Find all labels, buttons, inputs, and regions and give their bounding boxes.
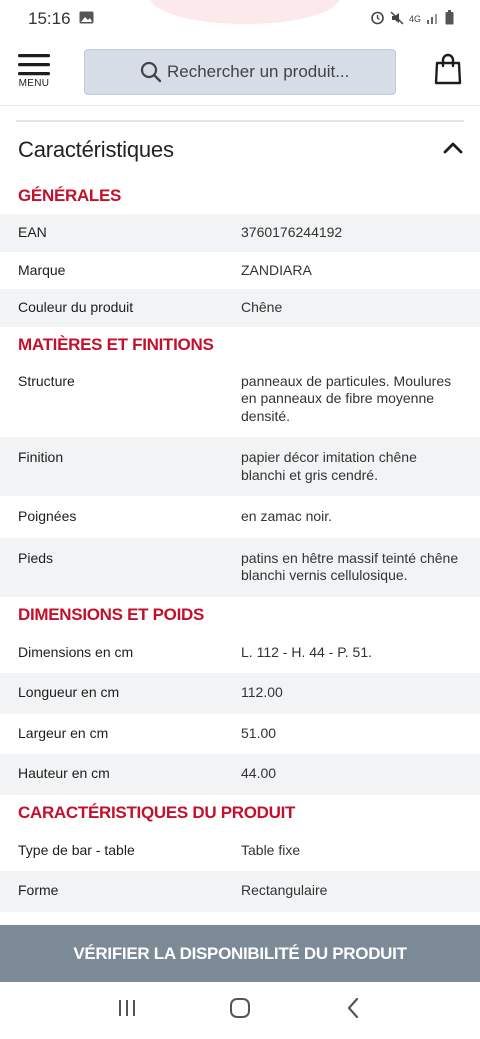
spec-value: Rectangulaire xyxy=(241,882,328,898)
status-time: 15:16 xyxy=(28,9,71,28)
cart-button[interactable] xyxy=(430,52,466,92)
system-nav-bar xyxy=(0,982,480,1039)
spec-row: EAN 3760176244192 xyxy=(0,214,480,252)
spec-row: Structure panneaux de particules. Moulure… xyxy=(0,363,480,438)
recent-apps-icon xyxy=(117,999,137,1022)
spec-key: Marque xyxy=(18,261,66,278)
group-matieres-finitions: MATIÈRES ET FINITIONS Structure panneaux … xyxy=(0,327,480,597)
alarm-icon xyxy=(370,10,385,28)
spec-row: Largeur en cm 51.00 xyxy=(0,714,480,755)
search-icon xyxy=(140,61,162,88)
group-generales: GÉNÉRALES EAN 3760176244192 Marque ZANDIAR… xyxy=(0,178,480,327)
battery-icon xyxy=(445,10,454,28)
spec-key: Finition xyxy=(18,449,64,465)
spec-value: papier décor imitation chêne blanchi et … xyxy=(241,449,417,483)
spec-row: Hauteur en cm 44.00 xyxy=(0,754,480,795)
spec-value: panneaux de particules. Moulures en pann… xyxy=(241,372,452,424)
shopping-bag-icon xyxy=(434,53,462,90)
back-button[interactable] xyxy=(333,991,373,1031)
mute-icon xyxy=(390,10,404,28)
chevron-up-icon xyxy=(442,137,464,164)
spec-row: Type de bar - table Table fixe xyxy=(0,831,480,872)
spec-key: Largeur en cm xyxy=(18,724,109,741)
spec-row: Marque ZANDIARA xyxy=(0,252,480,290)
spec-key: Structure xyxy=(18,372,75,389)
menu-button[interactable]: MENU xyxy=(16,54,52,89)
spec-key: Dimensions en cm xyxy=(18,643,134,660)
spec-value: Table fixe xyxy=(241,841,301,858)
home-button[interactable] xyxy=(220,991,260,1031)
search-input[interactable] xyxy=(139,61,395,82)
spec-key: Forme xyxy=(18,882,59,898)
spec-row: Finition papier décor imitation chêne bla… xyxy=(0,437,480,496)
group-dimensions-poids: DIMENSIONS ET POIDS Dimensions en cm L. 1… xyxy=(0,597,480,795)
hamburger-icon xyxy=(18,54,50,76)
spec-value: 3760176244192 xyxy=(241,224,343,240)
spec-row: Longueur en cm 112.00 xyxy=(0,673,480,714)
characteristics-toggle[interactable]: Caractéristiques xyxy=(0,122,480,178)
spec-row: Dimensions en cm L. 112 - H. 44 - P. 51. xyxy=(0,633,480,674)
characteristics-title: Caractéristiques xyxy=(18,137,174,162)
signal-icon xyxy=(426,11,440,27)
spec-key: Couleur du produit xyxy=(18,299,134,315)
spec-value: 112.00 xyxy=(241,684,283,700)
spec-value: 44.00 xyxy=(241,765,277,781)
status-bar: 15:16 4G xyxy=(0,0,480,38)
spec-value: 51.00 xyxy=(241,724,277,741)
recent-apps-button[interactable] xyxy=(107,991,147,1031)
group-title: DIMENSIONS ET POIDS xyxy=(18,604,205,624)
group-title: CARACTÉRISTIQUES DU PRODUIT xyxy=(18,802,296,822)
spec-row: Couleur du produit Chêne xyxy=(0,289,480,327)
spec-key: Type de bar - table xyxy=(18,841,135,858)
group-title: MATIÈRES ET FINITIONS xyxy=(18,334,214,354)
spec-row: Forme Rectangulaire xyxy=(0,871,480,912)
header-decoration xyxy=(150,0,340,24)
spec-row: Poignées en zamac noir. xyxy=(0,496,480,538)
check-availability-button[interactable]: VÉRIFIER LA DISPONIBILITÉ DU PRODUIT xyxy=(0,925,480,982)
back-icon xyxy=(346,997,360,1024)
app-header: MENU xyxy=(0,38,480,106)
spec-row: Pieds patins en hêtre massif teinté chêne… xyxy=(0,537,480,597)
group-caracteristiques-produit: CARACTÉRISTIQUES DU PRODUIT Type de bar … xyxy=(0,795,480,912)
spec-key: Hauteur en cm xyxy=(18,765,110,781)
image-icon xyxy=(79,9,94,29)
menu-label: MENU xyxy=(18,78,50,89)
group-title: GÉNÉRALES xyxy=(18,186,122,205)
spec-value: en zamac noir. xyxy=(241,508,333,524)
search-bar[interactable] xyxy=(84,48,396,95)
home-icon xyxy=(229,997,251,1024)
network-4g-icon: 4G xyxy=(408,13,421,24)
spec-value: Chêne xyxy=(241,299,283,315)
spec-value: patins en hêtre massif teinté chêne blan… xyxy=(241,549,459,584)
spec-value: L. 112 - H. 44 - P. 51. xyxy=(241,643,373,660)
spec-key: Poignées xyxy=(18,508,77,524)
spec-value: ZANDIARA xyxy=(241,261,312,278)
spec-key: Pieds xyxy=(18,549,54,566)
spec-key: Longueur en cm xyxy=(18,684,120,700)
spec-key: EAN xyxy=(18,224,47,240)
